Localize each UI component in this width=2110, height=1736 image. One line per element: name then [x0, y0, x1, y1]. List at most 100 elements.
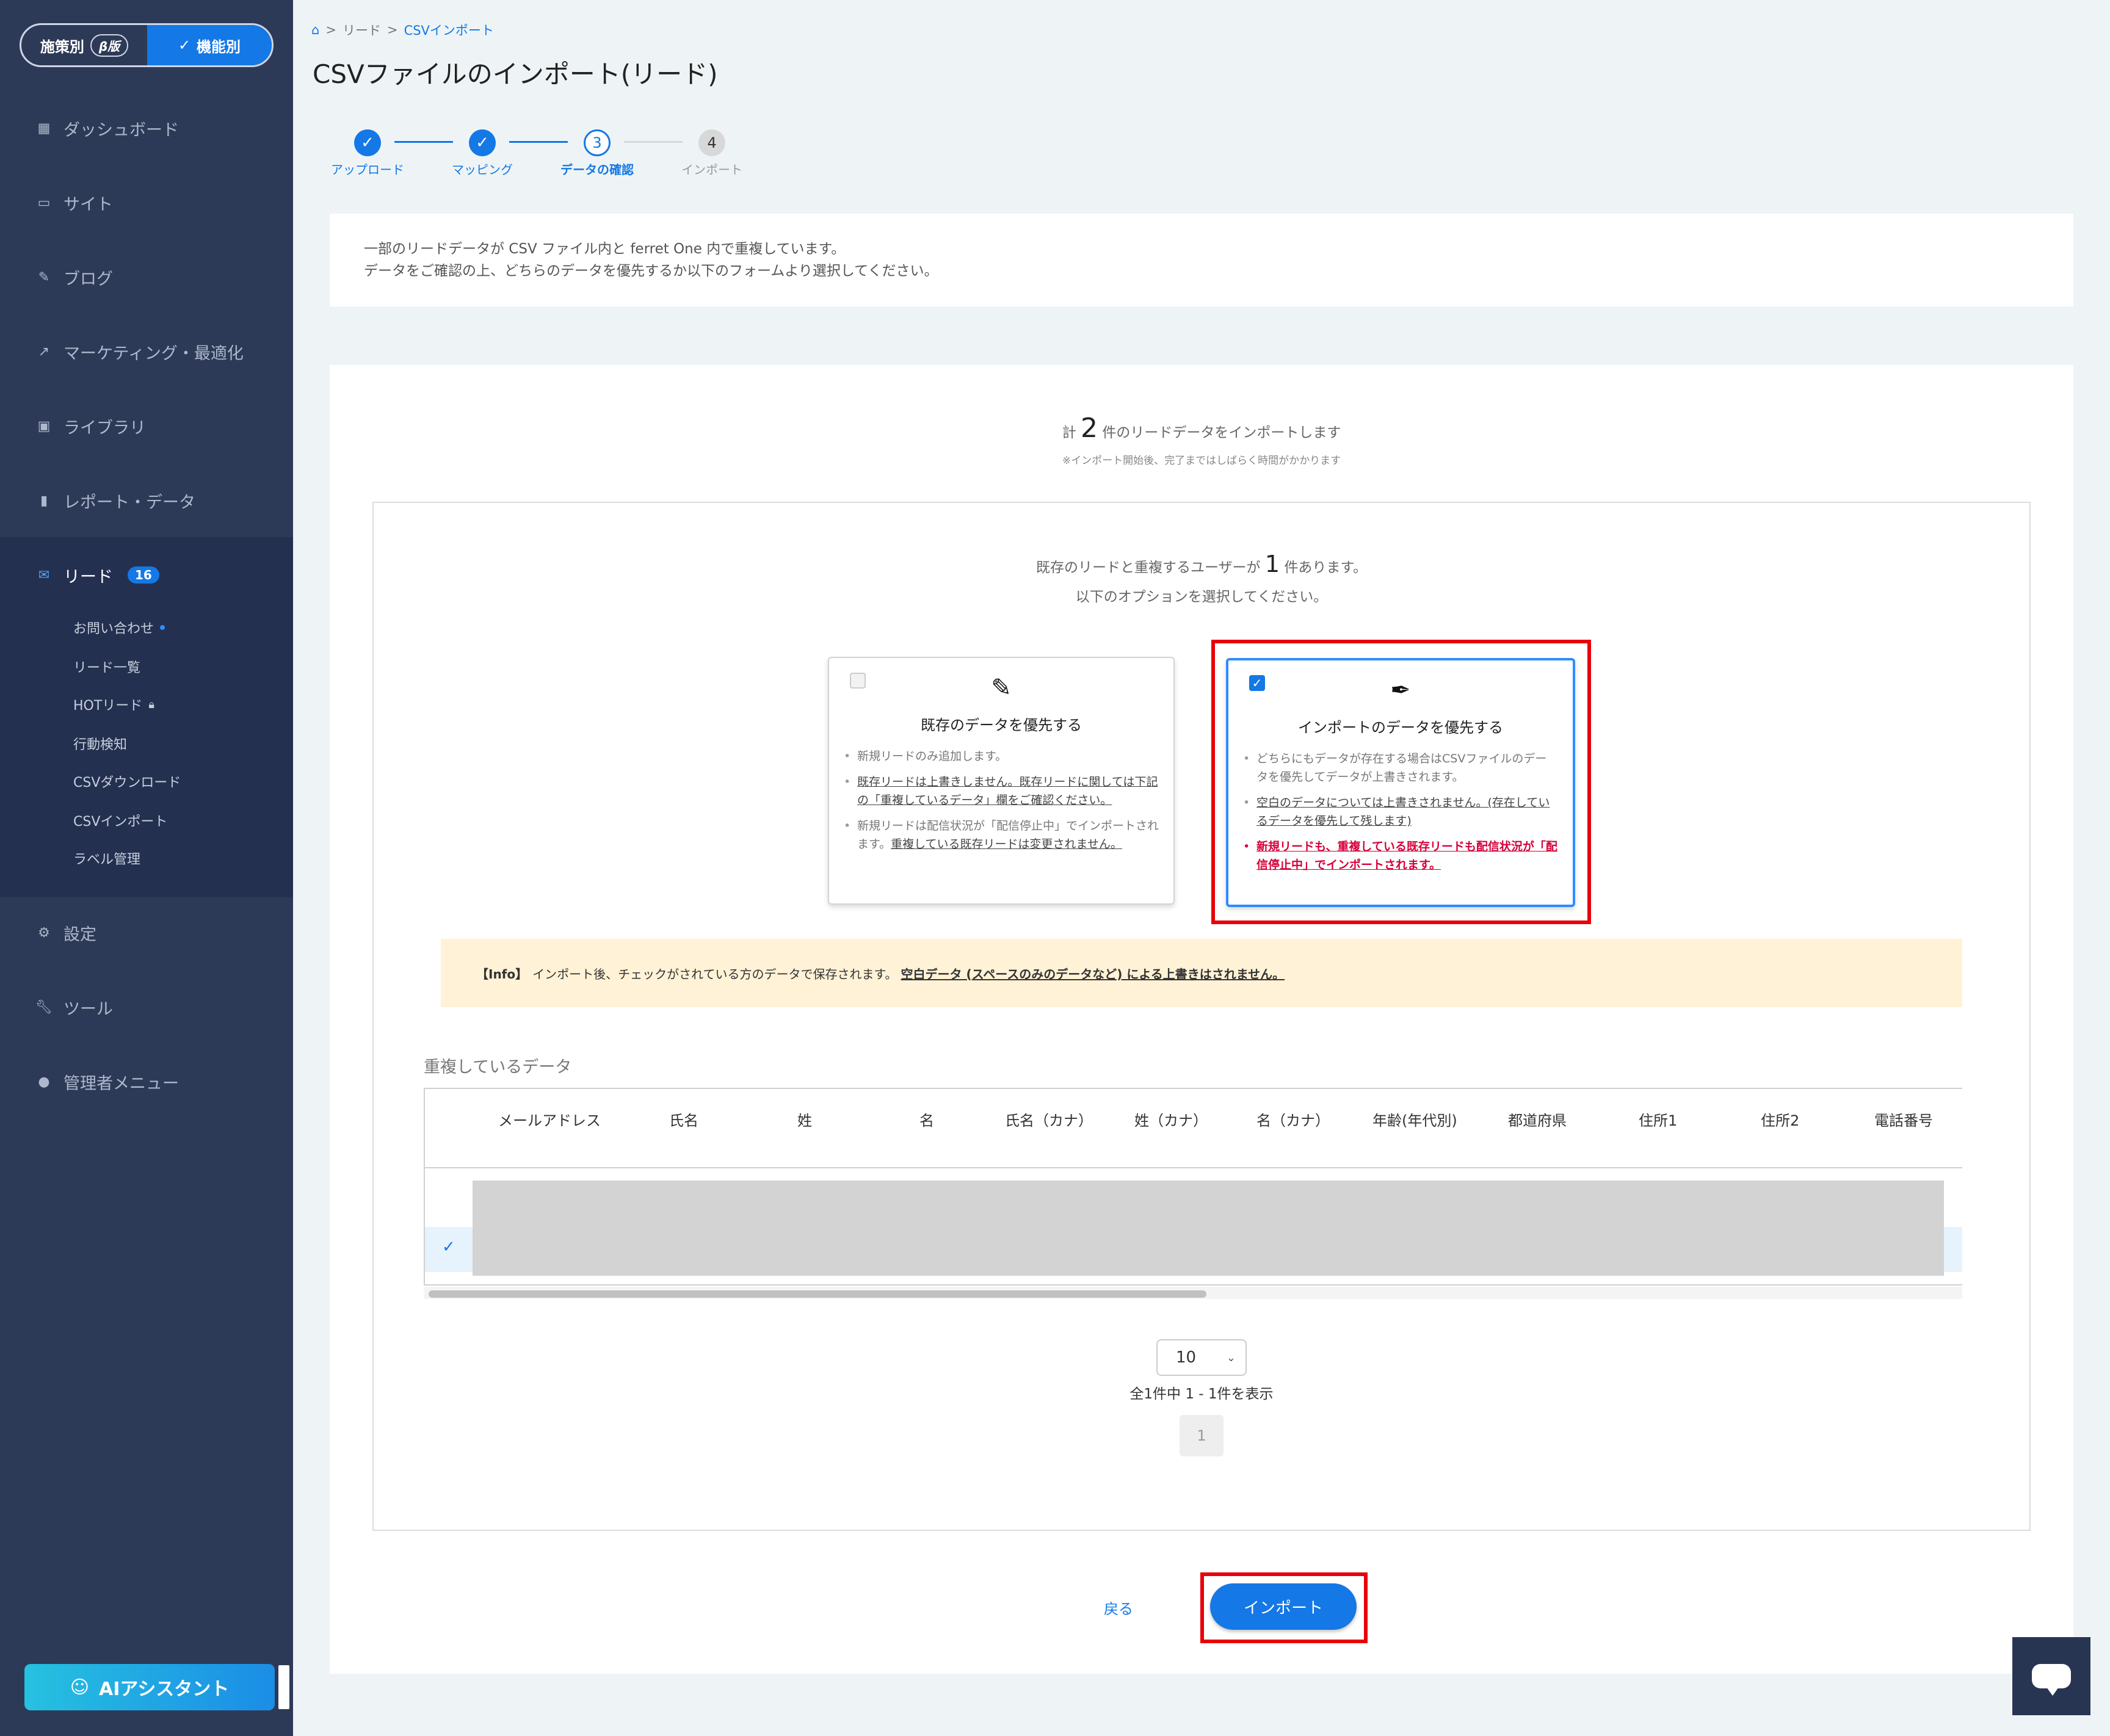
sidebar-subitem-lead-list[interactable]: リード一覧 [73, 657, 140, 676]
sidebar-item-label: ブログ [63, 269, 113, 289]
duplicate-count: 1 [1264, 551, 1280, 577]
highlight-box-option [1211, 640, 1591, 924]
info-link: 空白データ (スペースのみのデータなど) による上書きはされません。 [901, 966, 1285, 982]
info-tag: 【Info】 [476, 966, 528, 982]
duplicate-instruction: 以下のオプションを選択してください。 [1075, 589, 1328, 605]
chat-bubble-icon [2032, 1664, 2071, 1696]
wrench-icon: 🔧︎ [35, 999, 53, 1015]
col-last-name: 姓 [797, 1112, 812, 1129]
ai-panel-handle[interactable] [276, 1663, 292, 1712]
sidebar-subitem-label-manage[interactable]: ラベル管理 [73, 848, 140, 868]
sidebar-item-marketing[interactable]: ↗ マーケティング・最適化 [0, 333, 293, 370]
notice-line-2: データをご確認の上、どちらのデータを優先するか以下のフォームより選択してください… [364, 263, 938, 279]
sidebar-item-site[interactable]: ▭ サイト [0, 184, 293, 221]
sidebar-item-label: レポート・データ [63, 493, 195, 512]
option-existing-priority[interactable]: ✎ 既存のデータを優先する 新規リードのみ追加します。 既存リードは上書きしませ… [828, 657, 1175, 905]
chat-widget-button[interactable] [2012, 1637, 2090, 1715]
sidebar-item-blog[interactable]: ✎ ブログ [0, 259, 293, 295]
sidebar-subitem-csv-import[interactable]: CSVインポート [73, 811, 167, 830]
sidebar-subitem-label: CSVインポート [73, 814, 168, 830]
col-address2: 住所2 [1761, 1112, 1800, 1129]
notice-line-1: 一部のリードデータが CSV ファイル内と ferret One 内で重複してい… [364, 241, 846, 257]
sidebar-item-label: 設定 [63, 925, 96, 944]
step-connector [509, 141, 568, 143]
duplicate-suffix: 件あります。 [1284, 560, 1368, 576]
row-check-icon: ✓ [442, 1238, 455, 1256]
sidebar-item-admin[interactable]: ● 管理者メニュー [0, 1063, 293, 1100]
col-prefecture: 都道府県 [1508, 1112, 1567, 1129]
sidebar-item-dashboard[interactable]: ▦ ダッシュボード [0, 110, 293, 146]
sidebar: 施策別 β版 ✓ 機能別 ▦ ダッシュボード ▭ サイト ✎ ブログ ↗ マーケ… [0, 0, 293, 1736]
option-existing-bullet-1: 新規リードのみ追加します。 [844, 747, 1159, 765]
breadcrumb-sep: > [325, 23, 336, 37]
step-1-check-icon: ✓ [354, 129, 381, 156]
import-summary: 計 2 件のリードデータをインポートします [0, 413, 2110, 444]
mode-by-measure-button[interactable]: 施策別 β版 [21, 25, 147, 65]
import-note: ※インポート開始後、完了まではしばらく時間がかかります [1062, 455, 1341, 467]
option-existing-list: 新規リードのみ追加します。 既存リードは上書きしません。既存リードに関しては下記… [844, 747, 1159, 861]
dashboard-icon: ▦ [37, 120, 51, 136]
page-title: CSVファイルのインポート(リード) [313, 59, 718, 89]
option-existing-bullet-3: 新規リードは配信状況が「配信停止中」でインポートされます。重複している既存リード… [844, 817, 1159, 853]
duplicate-prefix: 既存のリードと重複するユーザーが [1035, 560, 1261, 576]
page-button-1[interactable]: 1 [1180, 1415, 1224, 1456]
pencil-icon: ✎ [38, 269, 50, 285]
home-icon[interactable]: ⌂ [311, 23, 319, 37]
per-page-select[interactable]: 10 ⌄ [1156, 1339, 1247, 1376]
info-banner: 【Info】 インポート後、チェックがされている方のデータで保存されます。 空白… [441, 939, 1962, 1007]
breadcrumb: ⌂ > リード > CSVインポート [311, 21, 494, 39]
step-2-check-icon: ✓ [469, 129, 496, 156]
robot-icon: ☺ [70, 1676, 90, 1698]
summary-prefix: 計 [1062, 425, 1076, 441]
site-icon: ▭ [37, 195, 51, 211]
summary-suffix: 件のリードデータをインポートします [1102, 425, 1341, 441]
pencil-icon: ✎ [991, 674, 1012, 702]
sidebar-item-tools[interactable]: 🔧︎ ツール [0, 989, 293, 1025]
mode-by-function-button[interactable]: ✓ 機能別 [147, 25, 272, 65]
lock-icon: 🔒︎ [148, 698, 154, 711]
unread-dot-icon [160, 625, 165, 630]
redacted-row-data [473, 1181, 1944, 1276]
col-email: メールアドレス [498, 1112, 601, 1129]
sidebar-item-settings[interactable]: ⚙ 設定 [0, 914, 293, 951]
highlight-box-import [1200, 1572, 1368, 1643]
step-connector [624, 141, 683, 143]
sidebar-subitem-inquiry[interactable]: お問い合わせ [73, 618, 165, 637]
gear-icon: ⚙ [38, 925, 50, 941]
duplicate-panel [372, 502, 2031, 1531]
col-fullname: 氏名 [669, 1112, 698, 1129]
duplicate-count-text: 既存のリードと重複するユーザーが 1 件あります。 [0, 551, 2110, 577]
sidebar-item-report[interactable]: ▮ レポート・データ [0, 482, 293, 519]
beta-badge: β版 [90, 34, 129, 57]
step-label-import: インポート [681, 162, 742, 177]
summary-count: 2 [1081, 413, 1098, 444]
sidebar-subitem-label: お問い合わせ [73, 621, 154, 637]
sidebar-subitem-label: リード一覧 [73, 660, 141, 676]
col-phone: 電話番号 [1874, 1112, 1933, 1129]
sidebar-subitem-csv-download[interactable]: CSVダウンロード [73, 772, 181, 791]
trend-icon: ↗ [38, 344, 50, 360]
option-existing-title: 既存のデータを優先する [921, 717, 1082, 734]
step-3-indicator: 3 [584, 129, 611, 156]
sidebar-subitem-hot-lead[interactable]: HOTリード 🔒︎ [73, 695, 154, 714]
breadcrumb-lead[interactable]: リード [343, 21, 381, 39]
chevron-down-icon: ⌄ [1226, 1351, 1236, 1364]
mode-by-function-label: 機能別 [197, 38, 241, 56]
mode-by-measure-label: 施策別 [40, 38, 84, 56]
back-link[interactable]: 戻る [1104, 1597, 1133, 1618]
col-age: 年齢(年代別) [1372, 1112, 1457, 1129]
bar-chart-icon: ▮ [40, 493, 48, 508]
ai-assistant-button[interactable]: ☺ AIアシスタント [24, 1664, 275, 1710]
sidebar-item-label: マーケティング・最適化 [63, 344, 244, 363]
col-fullname-kana: 氏名（カナ） [1005, 1112, 1093, 1129]
sidebar-item-label: サイト [63, 195, 113, 214]
duplicate-table: メールアドレス 氏名 姓 名 氏名（カナ） 姓（カナ） 名（カナ） 年齢(年代別… [424, 1088, 1962, 1286]
table-scroll-thumb[interactable] [429, 1290, 1206, 1298]
sidebar-subitem-behavior[interactable]: 行動検知 [73, 734, 127, 753]
check-icon: ✓ [178, 37, 191, 54]
result-count: 全1件中 1 - 1件を表示 [1129, 1386, 1274, 1402]
sidebar-subitem-label: CSVダウンロード [73, 775, 181, 790]
breadcrumb-csv-import[interactable]: CSVインポート [404, 21, 494, 39]
duplicate-table-title: 重複しているデータ [424, 1058, 572, 1077]
step-label-upload: アップロード [331, 162, 404, 177]
